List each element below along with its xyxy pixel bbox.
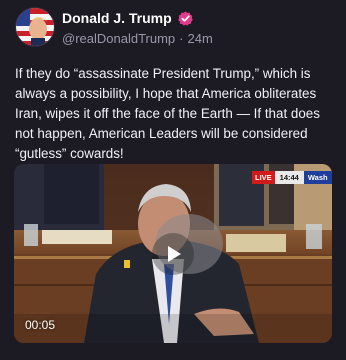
- broadcast-overlay: LIVE 14:44 Wash: [252, 171, 332, 184]
- broadcast-clock: 14:44: [274, 171, 304, 184]
- video-player[interactable]: LIVE 14:44 Wash 00:05: [14, 164, 332, 343]
- verified-badge-icon: [177, 11, 193, 26]
- post-meta: @realDonaldTrump · 24m: [62, 31, 213, 46]
- post-text: If they do “assassinate President Trump,…: [15, 66, 320, 161]
- display-name[interactable]: Donald J. Trump: [62, 10, 172, 26]
- timestamp[interactable]: 24m: [188, 31, 213, 46]
- meta-separator: ·: [179, 31, 184, 46]
- post-card: Donald J. Trump @realDonaldTrump · 24m I…: [0, 0, 346, 360]
- display-name-row: Donald J. Trump: [62, 10, 193, 26]
- handle[interactable]: @realDonaldTrump: [62, 31, 175, 46]
- avatar-image: [16, 8, 54, 46]
- play-button[interactable]: [152, 233, 194, 275]
- play-icon: [168, 246, 181, 262]
- live-label: LIVE: [252, 171, 275, 184]
- avatar[interactable]: [15, 7, 55, 47]
- network-label: Wash: [303, 171, 332, 184]
- video-duration: 00:05: [25, 318, 56, 332]
